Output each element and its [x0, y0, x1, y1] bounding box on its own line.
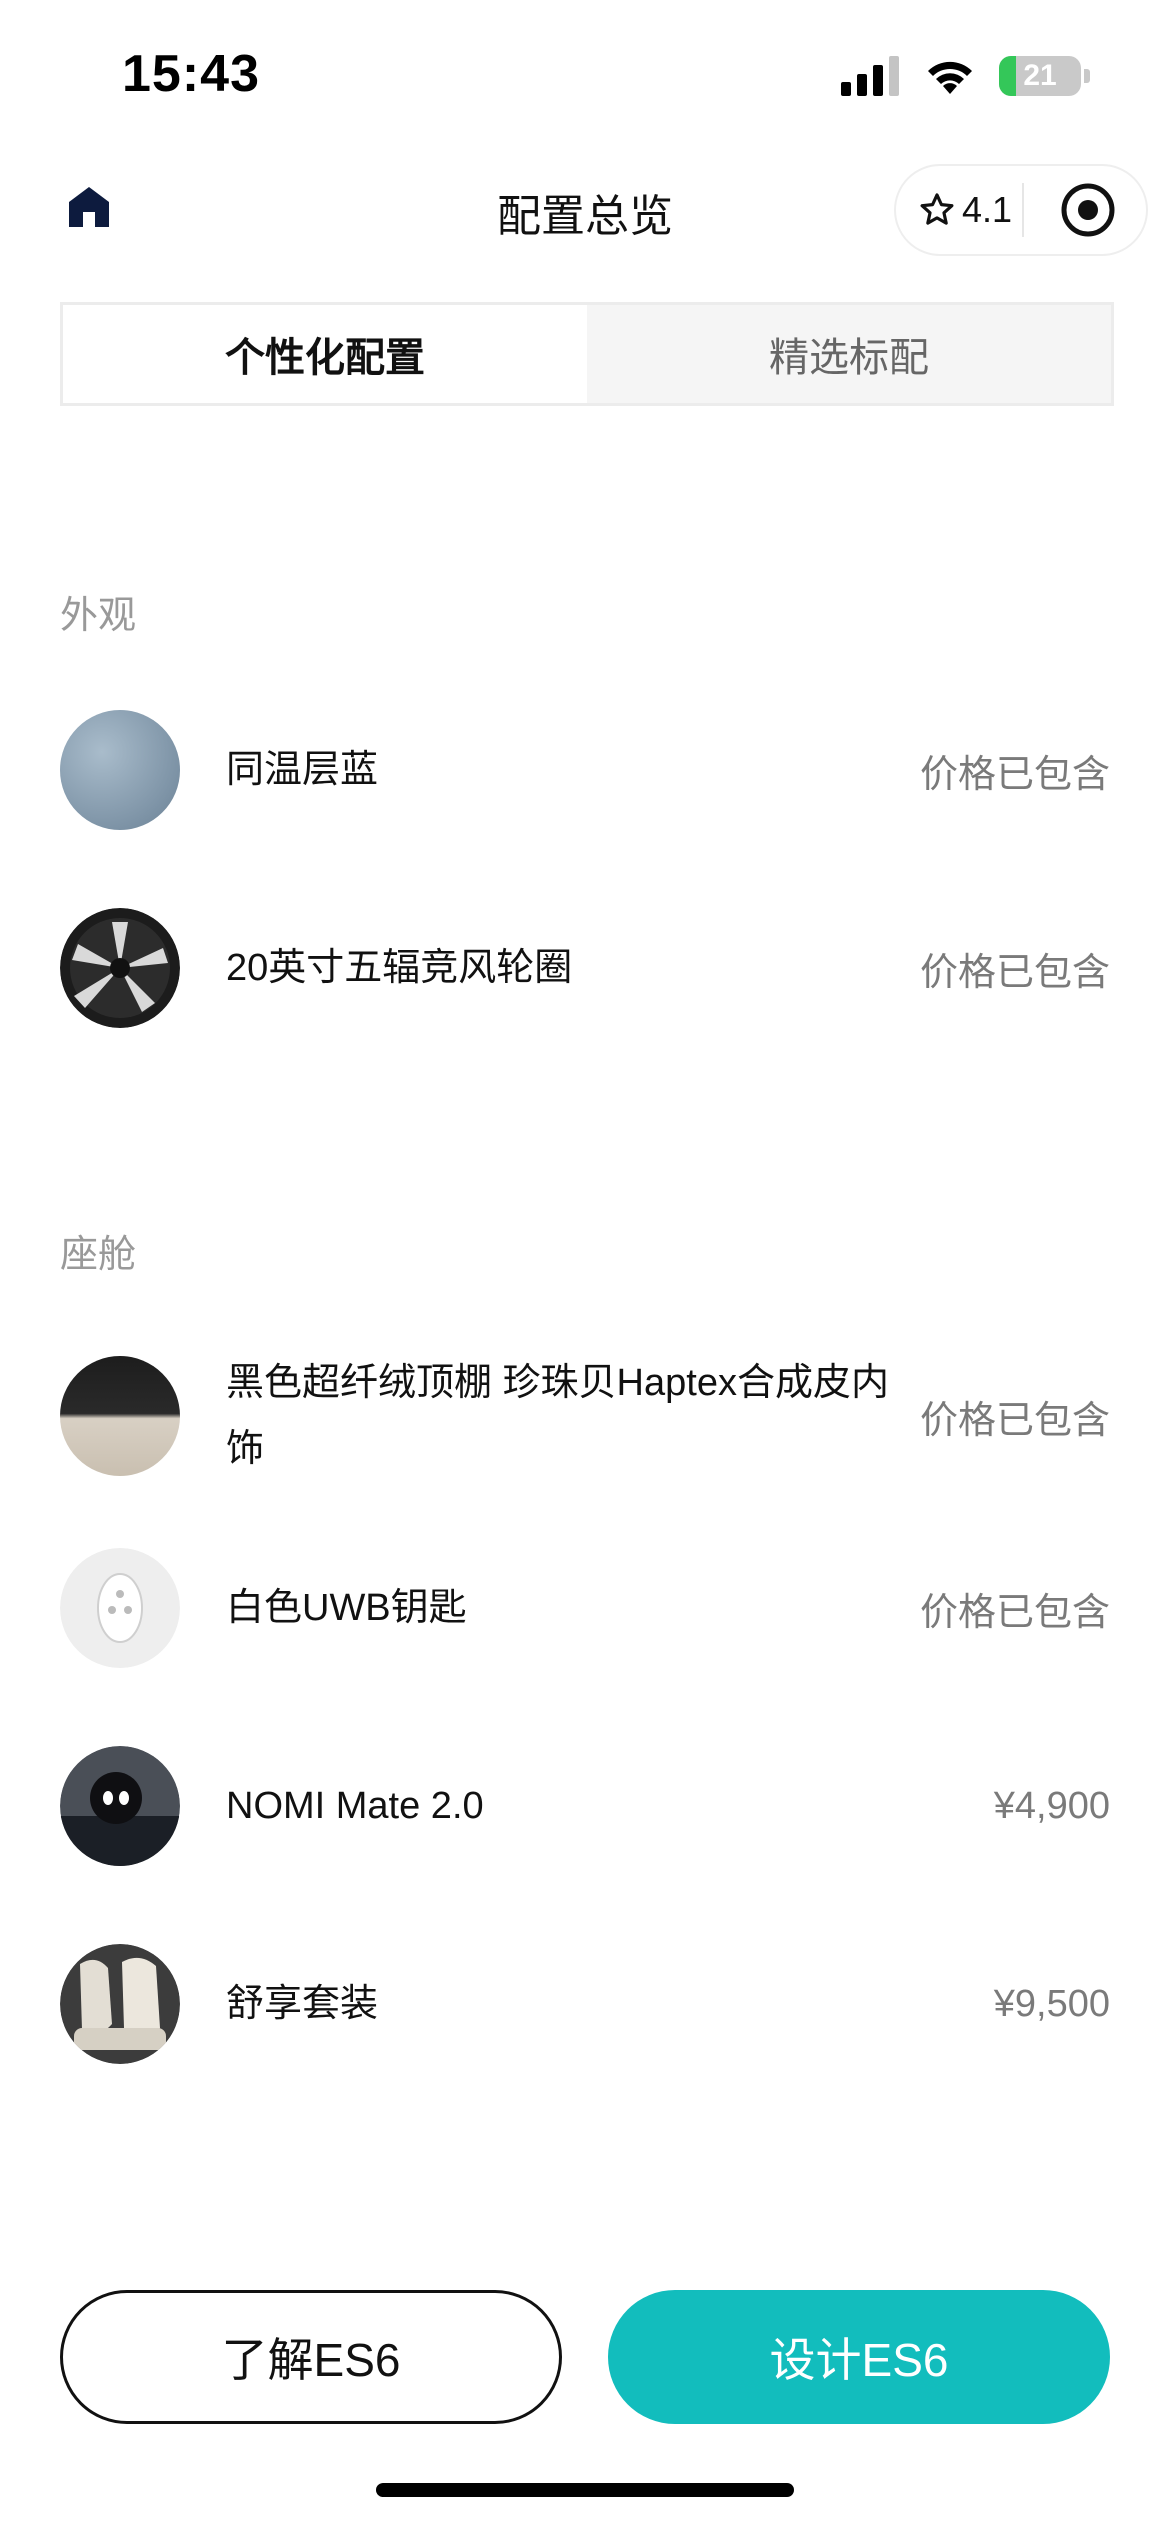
status-icons: 21 — [841, 56, 1090, 96]
capsule-divider — [1022, 183, 1024, 237]
battery-fill — [999, 56, 1017, 96]
item-price: 价格已包含 — [919, 1399, 1110, 1442]
home-indicator — [376, 2483, 794, 2497]
cellular-signal-icon — [841, 56, 899, 96]
status-bar: 15:43 21 — [0, 0, 1170, 150]
target-icon[interactable] — [1060, 182, 1116, 238]
rating-button[interactable]: 4.1 — [896, 189, 1022, 231]
learn-es6-button[interactable]: 了解ES6 — [60, 2290, 562, 2424]
battery-level: 21 — [1023, 59, 1057, 92]
config-item-comfort-package[interactable]: 舒享套装 ¥9,500 — [60, 1944, 1110, 2064]
tab-standard[interactable]: 精选标配 — [587, 305, 1111, 403]
interior-swatch — [60, 1356, 180, 1476]
item-price: 价格已包含 — [919, 951, 1110, 994]
item-name: 20英寸五辐竞风轮圈 — [226, 947, 573, 989]
status-time: 15:43 — [122, 45, 260, 103]
section-label-cabin: 座舱 — [60, 1234, 137, 1276]
config-item-interior[interactable]: 黑色超纤绒顶棚 珍珠贝Haptex合成皮内饰 价格已包含 — [60, 1350, 1110, 1482]
item-name: 黑色超纤绒顶棚 珍珠贝Haptex合成皮内饰 — [226, 1362, 889, 1470]
config-item-uwb-key[interactable]: 白色UWB钥匙 价格已包含 — [60, 1548, 1110, 1668]
config-item-nomi[interactable]: NOMI Mate 2.0 ¥4,900 — [60, 1746, 1110, 1866]
item-name: 舒享套装 — [226, 1983, 379, 2025]
config-item-exterior-color[interactable]: 同温层蓝 价格已包含 — [60, 710, 1110, 830]
item-name: 白色UWB钥匙 — [226, 1587, 467, 1629]
section-label-exterior: 外观 — [60, 595, 137, 637]
wheel-rim-image — [60, 908, 180, 1028]
battery-icon: 21 — [999, 56, 1081, 96]
item-name: 同温层蓝 — [226, 749, 379, 791]
tab-bar: 个性化配置 精选标配 — [60, 302, 1114, 406]
star-icon — [920, 193, 954, 225]
item-price: 价格已包含 — [919, 1591, 1110, 1634]
uwb-key-image — [60, 1548, 180, 1668]
wifi-icon — [928, 61, 972, 94]
item-price: ¥4,900 — [993, 1784, 1110, 1827]
item-price: 价格已包含 — [919, 753, 1110, 796]
stratosphere-blue-swatch — [60, 710, 180, 830]
miniprogram-capsule: 4.1 — [894, 164, 1148, 256]
nav-bar: 配置总览 4.1 — [0, 150, 1170, 270]
config-item-wheels[interactable]: 20英寸五辐竞风轮圈 价格已包含 — [60, 908, 1110, 1028]
item-price: ¥9,500 — [993, 1982, 1110, 2025]
comfort-seats-image — [60, 1944, 180, 2064]
tab-personalized[interactable]: 个性化配置 — [63, 305, 587, 403]
nomi-mate-image — [60, 1746, 180, 1866]
item-name: NOMI Mate 2.0 — [226, 1785, 484, 1827]
design-es6-button[interactable]: 设计ES6 — [608, 2290, 1110, 2424]
battery-cap — [1084, 69, 1090, 83]
rating-value: 4.1 — [962, 189, 1013, 230]
